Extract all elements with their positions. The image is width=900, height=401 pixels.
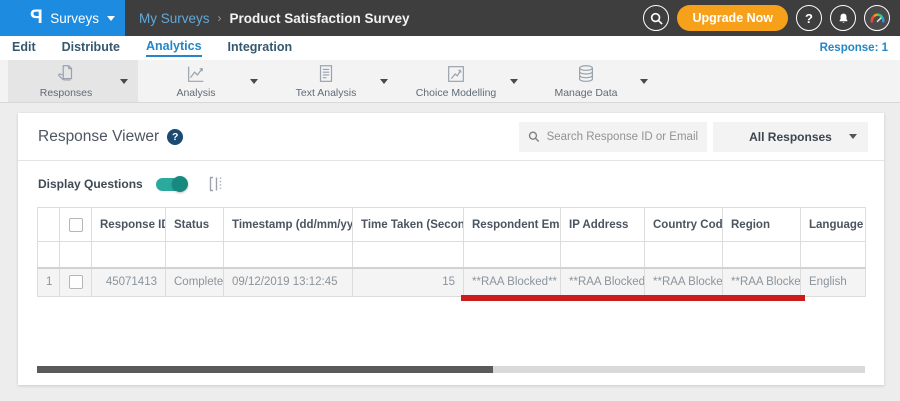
ribbon-label: Responses bbox=[39, 87, 93, 99]
analysis-icon bbox=[188, 66, 204, 82]
filter-row bbox=[37, 241, 866, 268]
col-status: Status bbox=[165, 207, 224, 242]
top-bar: P Surveys My Surveys › Product Satisfact… bbox=[0, 0, 900, 36]
freeze-columns-button[interactable] bbox=[207, 175, 225, 193]
col-response-id[interactable]: Response ID bbox=[91, 207, 166, 242]
annotation-underline bbox=[461, 295, 805, 301]
response-id-link[interactable]: 45071413 bbox=[91, 266, 166, 297]
scrollbar-thumb[interactable] bbox=[37, 366, 493, 373]
text-analysis-dropdown-caret[interactable] bbox=[380, 79, 388, 84]
table-header-row: Response ID Status Timestamp (dd/mm/yyyy… bbox=[37, 207, 866, 242]
search-button[interactable] bbox=[643, 5, 670, 31]
choice-modelling-dropdown-caret[interactable] bbox=[510, 79, 518, 84]
table-row: 1 45071413 Completed 09/12/2019 13:12:45… bbox=[37, 266, 866, 297]
analytics-ribbon: Responses Analysis Text Analysis Choice … bbox=[0, 60, 900, 103]
col-region: Region bbox=[722, 207, 801, 242]
response-search-box bbox=[519, 121, 707, 152]
ribbon-label: Manage Data bbox=[554, 87, 618, 99]
country-code-cell: **RAA Blocked** bbox=[644, 266, 723, 297]
nav-analytics[interactable]: Analytics bbox=[145, 39, 202, 57]
ribbon-label: Choice Modelling bbox=[415, 87, 497, 99]
choice-modelling-icon bbox=[448, 66, 464, 82]
search-input[interactable] bbox=[546, 130, 698, 143]
responses-table: Response ID Status Timestamp (dd/mm/yyyy… bbox=[37, 207, 866, 297]
breadcrumb-separator: › bbox=[217, 11, 222, 25]
topbar-actions: Upgrade Now ? bbox=[643, 5, 900, 31]
text-analysis-icon bbox=[319, 65, 333, 82]
page-title: Response Viewer bbox=[38, 127, 160, 145]
chevron-down-icon bbox=[107, 15, 115, 21]
row-select-cell bbox=[59, 266, 92, 297]
ribbon-label: Analysis bbox=[176, 87, 216, 99]
response-count: Response: 1 bbox=[819, 42, 888, 54]
horizontal-scrollbar[interactable] bbox=[37, 366, 865, 373]
manage-data-dropdown-caret[interactable] bbox=[640, 79, 648, 84]
card-header: Response Viewer ? All Responses bbox=[18, 113, 884, 161]
product-menu[interactable]: P Surveys bbox=[0, 0, 125, 36]
questionpro-logo: P bbox=[29, 7, 43, 28]
select-all-cell bbox=[59, 207, 92, 242]
row-number: 1 bbox=[37, 266, 60, 297]
col-respondent-email: Respondent Email bbox=[463, 207, 561, 242]
ip-address-cell: **RAA Blocked** bbox=[560, 266, 645, 297]
responses-icon bbox=[58, 65, 73, 81]
responses-table-wrap: Response ID Status Timestamp (dd/mm/yyyy… bbox=[18, 207, 884, 297]
help-button[interactable]: ? bbox=[796, 5, 822, 31]
chevron-down-icon bbox=[849, 134, 857, 139]
bell-icon bbox=[839, 13, 847, 23]
controls-row: Display Questions bbox=[18, 161, 884, 207]
ribbon-tab-responses[interactable]: Responses bbox=[8, 60, 138, 102]
col-timestamp[interactable]: Timestamp (dd/mm/yyyy) bbox=[223, 207, 353, 242]
display-questions-toggle[interactable] bbox=[155, 176, 188, 192]
col-country-code: Country Code bbox=[644, 207, 723, 242]
ribbon-label: Text Analysis bbox=[295, 87, 357, 99]
freeze-columns-icon bbox=[209, 176, 221, 192]
col-language: Language bbox=[800, 207, 866, 242]
search-icon bbox=[528, 131, 540, 142]
col-time-taken[interactable]: Time Taken (Seconds) bbox=[352, 207, 464, 242]
region-cell: **RAA Blocked** bbox=[722, 266, 801, 297]
gauge-avatar-icon bbox=[870, 12, 885, 23]
row-checkbox[interactable] bbox=[68, 275, 83, 290]
ribbon-tab-analysis[interactable]: Analysis bbox=[138, 60, 268, 102]
respondent-email-cell: **RAA Blocked** bbox=[463, 266, 561, 297]
col-ip-address: IP Address bbox=[560, 207, 645, 242]
search-icon bbox=[650, 12, 663, 25]
breadcrumb-current-survey: Product Satisfaction Survey bbox=[229, 10, 410, 26]
status-cell: Completed bbox=[165, 266, 224, 297]
select-all-checkbox[interactable] bbox=[68, 217, 83, 232]
breadcrumb: My Surveys › Product Satisfaction Survey bbox=[139, 11, 410, 26]
timestamp-cell: 09/12/2019 13:12:45 bbox=[223, 266, 353, 297]
language-cell: English bbox=[800, 266, 866, 297]
viewer-help-icon[interactable]: ? bbox=[167, 128, 184, 145]
user-avatar[interactable] bbox=[864, 5, 890, 31]
manage-data-icon bbox=[578, 65, 594, 82]
notifications-button[interactable] bbox=[830, 5, 856, 31]
nav-distribute[interactable]: Distribute bbox=[62, 40, 120, 56]
analysis-dropdown-caret[interactable] bbox=[250, 79, 258, 84]
response-viewer-card: Response Viewer ? All Responses Display … bbox=[18, 113, 884, 385]
responses-filter-dropdown[interactable]: All Responses bbox=[713, 121, 868, 152]
survey-nav: Edit Distribute Analytics Integration Re… bbox=[0, 36, 900, 60]
responses-filter-value: All Responses bbox=[749, 129, 832, 144]
responses-dropdown-caret[interactable] bbox=[120, 79, 128, 84]
toggle-knob bbox=[171, 176, 188, 192]
ribbon-tab-choice-modelling[interactable]: Choice Modelling bbox=[398, 60, 528, 102]
display-questions-label: Display Questions bbox=[38, 177, 143, 191]
nav-integration[interactable]: Integration bbox=[228, 40, 293, 56]
ribbon-tab-manage-data[interactable]: Manage Data bbox=[528, 60, 658, 102]
row-number-header bbox=[37, 207, 60, 242]
upgrade-now-button[interactable]: Upgrade Now bbox=[677, 5, 788, 31]
time-taken-cell: 15 bbox=[352, 266, 464, 297]
nav-edit[interactable]: Edit bbox=[12, 40, 36, 56]
workspace-label: Surveys bbox=[50, 10, 99, 26]
ribbon-tab-text-analysis[interactable]: Text Analysis bbox=[268, 60, 398, 102]
breadcrumb-my-surveys[interactable]: My Surveys bbox=[139, 11, 210, 26]
